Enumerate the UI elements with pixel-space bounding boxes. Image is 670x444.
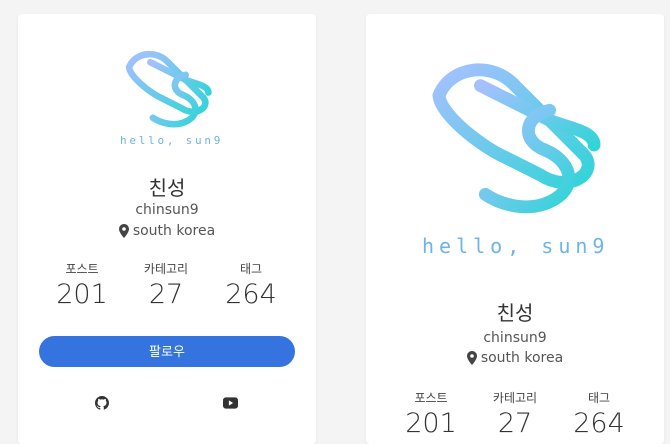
- profile-name: 친성: [496, 301, 534, 325]
- location-text: south korea: [480, 350, 564, 366]
- logo-caption: hello, sun9: [422, 234, 610, 258]
- profile-logo-image: [420, 56, 610, 224]
- stat-tags-label: 태그: [239, 262, 263, 276]
- stat-tags-label: 태그: [587, 391, 611, 405]
- stat-categories-label: 카테고리: [492, 391, 538, 405]
- stat-tags[interactable]: 태그 264: [221, 260, 281, 310]
- stat-tags[interactable]: 태그 264: [569, 389, 629, 439]
- profile-location: south korea: [18, 223, 316, 239]
- stat-tags-value: 264: [225, 279, 277, 310]
- logo-caption: hello, sun9: [120, 134, 224, 147]
- location-text: south korea: [132, 223, 216, 239]
- profile-name: 친성: [148, 176, 186, 200]
- stat-posts-label: 포스트: [414, 391, 448, 405]
- github-icon[interactable]: [95, 396, 109, 410]
- profile-username: chinsun9: [135, 202, 199, 218]
- profile-card-large: hello, sun9 친성 chinsun9 south korea 포스트 …: [366, 14, 664, 444]
- stat-posts[interactable]: 포스트 201: [401, 389, 461, 439]
- profile-location: south korea: [366, 350, 664, 366]
- profile-logo-image: [120, 46, 216, 134]
- profile-username: chinsun9: [483, 330, 547, 346]
- stat-posts[interactable]: 포스트 201: [52, 260, 112, 310]
- follow-button[interactable]: 팔로우: [39, 336, 295, 367]
- stat-tags-value: 264: [573, 408, 625, 439]
- stat-posts-label: 포스트: [65, 262, 99, 276]
- location-pin-icon: [466, 351, 477, 365]
- stat-categories-value: 27: [148, 279, 184, 310]
- stat-categories-label: 카테고리: [143, 262, 189, 276]
- stat-posts-value: 201: [56, 279, 108, 310]
- profile-card-compact: hello, sun9 친성 chinsun9 south korea 포스트 …: [18, 14, 316, 444]
- youtube-icon[interactable]: [223, 397, 238, 409]
- stat-categories[interactable]: 카테고리 27: [485, 389, 545, 439]
- stat-categories[interactable]: 카테고리 27: [136, 260, 196, 310]
- stat-categories-value: 27: [497, 408, 533, 439]
- location-pin-icon: [118, 224, 129, 238]
- stat-posts-value: 201: [405, 408, 457, 439]
